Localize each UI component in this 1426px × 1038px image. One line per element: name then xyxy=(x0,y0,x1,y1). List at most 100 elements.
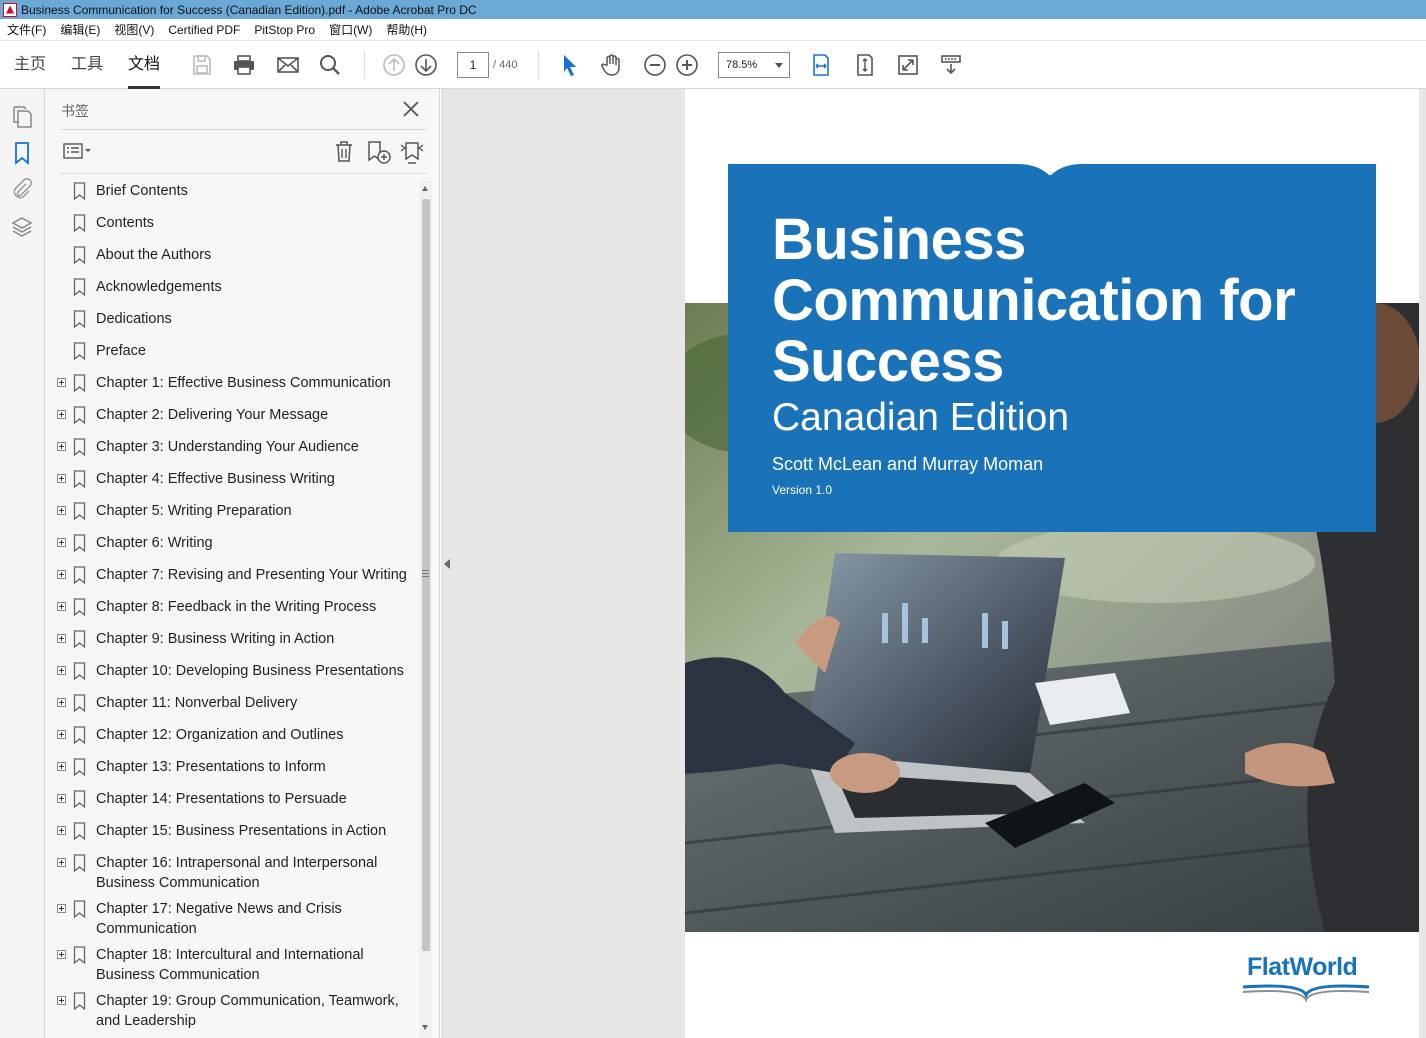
bookmark-icon xyxy=(73,502,86,520)
divider xyxy=(60,173,427,174)
navigation-rail xyxy=(0,89,45,1038)
window-title: Business Communication for Success (Cana… xyxy=(21,2,477,17)
menu-window[interactable]: 窗口(W) xyxy=(322,21,379,38)
cover-authors: Scott McLean and Murray Moman xyxy=(772,454,1044,474)
expand-toggle-icon[interactable] xyxy=(57,410,66,419)
previous-page-icon[interactable] xyxy=(382,53,406,77)
bookmark-icon xyxy=(73,900,86,918)
expand-toggle-icon[interactable] xyxy=(57,442,66,451)
tab-tools[interactable]: 工具 xyxy=(71,41,103,89)
bookmark-icon xyxy=(73,662,86,680)
panel-resize-grip[interactable] xyxy=(422,570,429,578)
fit-width-icon[interactable] xyxy=(809,53,833,77)
close-icon[interactable] xyxy=(401,99,421,119)
bookmark-options-icon[interactable] xyxy=(62,139,94,168)
bookmark-icon xyxy=(73,566,86,584)
bookmark-label: Chapter 3: Understanding Your Audience xyxy=(96,439,359,455)
search-icon[interactable] xyxy=(318,53,342,77)
bookmark-icon xyxy=(73,310,86,328)
expand-toggle-icon[interactable] xyxy=(57,698,66,707)
bookmark-icon xyxy=(73,946,86,964)
expand-toggle-icon[interactable] xyxy=(57,570,66,579)
expand-toggle-icon[interactable] xyxy=(57,794,66,803)
expand-toggle-icon[interactable] xyxy=(57,634,66,643)
cover-edition: Canadian Edition xyxy=(772,396,1070,439)
tab-home[interactable]: 主页 xyxy=(14,41,46,89)
bookmark-label: Chapter 16: Intrapersonal and Interperso… xyxy=(96,855,378,891)
delete-bookmark-icon[interactable] xyxy=(332,139,356,168)
collapse-panel-icon[interactable] xyxy=(444,559,450,569)
hand-tool-icon[interactable] xyxy=(600,53,624,77)
layers-icon[interactable] xyxy=(10,215,34,239)
expand-toggle-icon[interactable] xyxy=(57,904,66,913)
bookmarks-scrollbar[interactable] xyxy=(419,181,432,1038)
expand-bookmark-icon[interactable] xyxy=(399,139,425,170)
bookmark-label: Dedications xyxy=(96,311,172,327)
full-screen-icon[interactable] xyxy=(896,53,920,77)
bookmark-label: Brief Contents xyxy=(96,183,188,199)
pdf-page: Business Communication for Success Canad… xyxy=(685,89,1419,1038)
bookmark-icon xyxy=(73,406,86,424)
bookmark-icon xyxy=(73,790,86,808)
zoom-in-icon[interactable] xyxy=(675,53,699,77)
fit-page-icon[interactable] xyxy=(853,53,877,77)
expand-toggle-icon[interactable] xyxy=(57,950,66,959)
bookmark-label: Chapter 6: Writing xyxy=(96,535,213,551)
scroll-down-icon[interactable] xyxy=(422,1025,428,1030)
expand-toggle-icon[interactable] xyxy=(57,474,66,483)
menu-view[interactable]: 视图(V) xyxy=(107,21,161,38)
bookmark-icon xyxy=(73,534,86,552)
bookmarks-panel: 书签 Brief Contents Contents About the Autho… xyxy=(45,89,440,1038)
menu-help[interactable]: 帮助(H) xyxy=(379,21,434,38)
print-icon[interactable] xyxy=(232,53,256,77)
toolbar-separator xyxy=(364,51,365,79)
page-total: / 440 xyxy=(493,59,518,71)
bookmark-label: Chapter 13: Presentations to Inform xyxy=(96,759,326,775)
save-icon[interactable] xyxy=(190,53,214,77)
expand-toggle-icon[interactable] xyxy=(57,996,66,1005)
scroll-up-icon[interactable] xyxy=(422,186,428,191)
tab-document[interactable]: 文档 xyxy=(128,41,161,89)
main-toolbar: 主页 工具 文档 1 / 440 78.5% xyxy=(0,41,1426,89)
bookmark-icon xyxy=(73,470,86,488)
bookmark-label: Chapter 18: Intercultural and Internatio… xyxy=(96,947,364,983)
next-page-icon[interactable] xyxy=(414,53,438,77)
expand-toggle-icon[interactable] xyxy=(57,826,66,835)
menu-file[interactable]: 文件(F) xyxy=(0,21,53,38)
page-thumbnails-icon[interactable] xyxy=(10,105,34,129)
zoom-level-select[interactable]: 78.5% xyxy=(718,52,790,78)
attachments-icon[interactable] xyxy=(10,177,34,201)
new-bookmark-icon[interactable] xyxy=(366,139,392,170)
bookmark-label: Chapter 8: Feedback in the Writing Proce… xyxy=(96,599,377,615)
bookmark-label: Chapter 5: Writing Preparation xyxy=(96,503,292,519)
bookmark-label: Chapter 14: Presentations to Persuade xyxy=(96,791,347,807)
expand-toggle-icon[interactable] xyxy=(57,666,66,675)
bookmarks-panel-title: 书签 xyxy=(61,103,89,119)
bookmark-icon xyxy=(73,342,86,360)
email-icon[interactable] xyxy=(276,53,300,77)
page-number-input[interactable]: 1 xyxy=(457,52,489,78)
menu-certified-pdf[interactable]: Certified PDF xyxy=(161,23,247,37)
menu-pitstop-pro[interactable]: PitStop Pro xyxy=(247,23,322,37)
acrobat-icon xyxy=(3,2,17,17)
title-bar: Business Communication for Success (Cana… xyxy=(0,0,1426,19)
expand-toggle-icon[interactable] xyxy=(57,730,66,739)
expand-toggle-icon[interactable] xyxy=(57,378,66,387)
expand-toggle-icon[interactable] xyxy=(57,602,66,611)
bookmark-label: Chapter 19: Group Communication, Teamwor… xyxy=(96,993,399,1029)
expand-toggle-icon[interactable] xyxy=(57,762,66,771)
document-view[interactable]: Business Communication for Success Canad… xyxy=(441,89,1426,1038)
expand-toggle-icon[interactable] xyxy=(57,538,66,547)
bookmark-icon xyxy=(73,246,86,264)
bookmarks-icon[interactable] xyxy=(10,141,34,165)
menu-edit[interactable]: 编辑(E) xyxy=(53,21,107,38)
bookmark-icon xyxy=(73,630,86,648)
expand-toggle-icon[interactable] xyxy=(57,858,66,867)
select-tool-icon[interactable] xyxy=(558,53,582,77)
expand-toggle-icon[interactable] xyxy=(57,506,66,515)
bookmark-label: Preface xyxy=(96,343,146,359)
bookmark-label: Chapter 7: Revising and Presenting Your … xyxy=(96,567,407,583)
read-mode-icon[interactable] xyxy=(939,53,963,77)
toolbar-separator xyxy=(538,51,539,79)
zoom-out-icon[interactable] xyxy=(643,53,667,77)
